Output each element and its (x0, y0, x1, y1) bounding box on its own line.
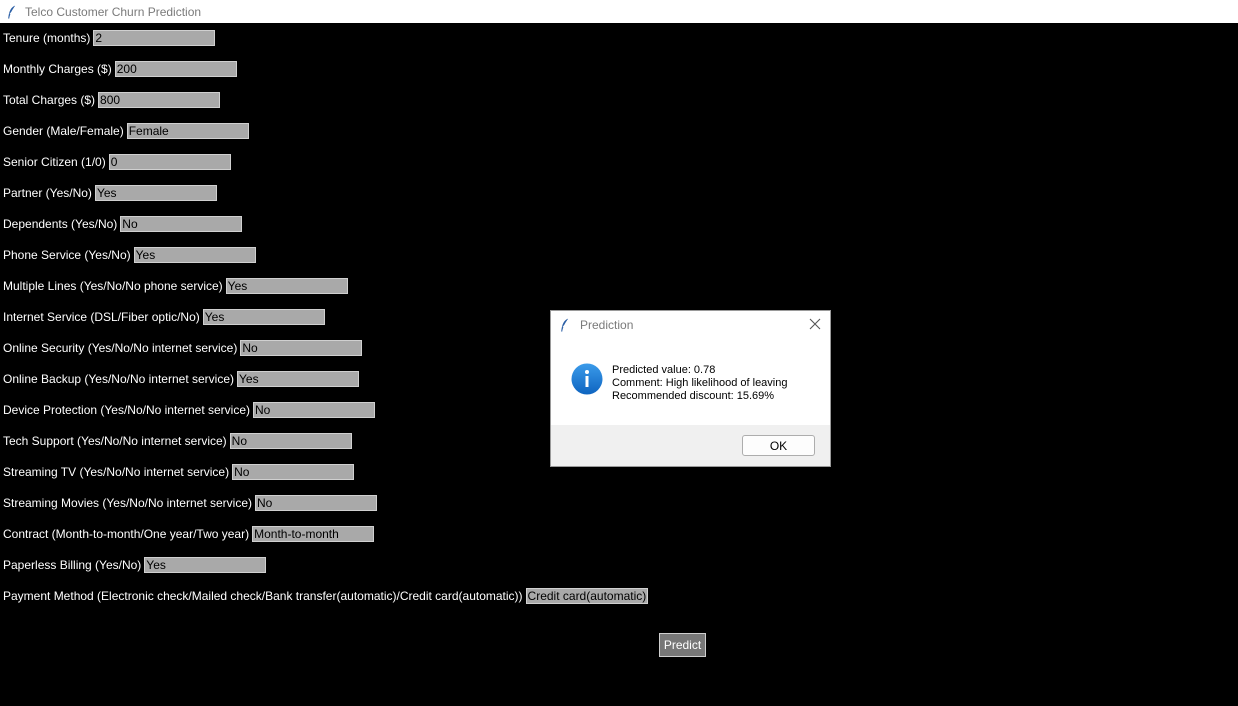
field-input[interactable] (202, 309, 325, 325)
form-row: Senior Citizen (1/0) (3, 153, 231, 171)
form-row: Gender (Male/Female) (3, 122, 249, 140)
form-row: Tech Support (Yes/No/No internet service… (3, 432, 352, 450)
field-input[interactable] (252, 526, 375, 542)
form-row: Device Protection (Yes/No/No internet se… (3, 401, 375, 419)
info-icon (571, 363, 603, 395)
field-input[interactable] (237, 371, 359, 387)
field-input[interactable] (133, 247, 256, 263)
field-label: Tech Support (Yes/No/No internet service… (3, 434, 227, 448)
title-bar: Telco Customer Churn Prediction (0, 0, 1238, 23)
field-input[interactable] (114, 61, 237, 77)
field-label: Streaming TV (Yes/No/No internet service… (3, 465, 230, 479)
form-row: Online Backup (Yes/No/No internet servic… (3, 370, 359, 388)
form-row: Dependents (Yes/No) (3, 215, 243, 233)
field-input[interactable] (93, 30, 216, 46)
field-input[interactable] (120, 216, 243, 232)
field-label: Phone Service (Yes/No) (3, 248, 131, 262)
feather-icon (560, 318, 574, 332)
dialog-title: Prediction (580, 318, 634, 332)
field-label: Senior Citizen (1/0) (3, 155, 106, 169)
predict-button[interactable]: Predict (659, 633, 706, 657)
field-input[interactable] (232, 464, 355, 480)
form-row: Contract (Month-to-month/One year/Two ye… (3, 525, 375, 543)
field-label: Multiple Lines (Yes/No/No phone service) (3, 279, 223, 293)
field-label: Internet Service (DSL/Fiber optic/No) (3, 310, 200, 324)
field-label: Online Security (Yes/No/No internet serv… (3, 341, 238, 355)
field-input[interactable] (126, 123, 249, 139)
field-label: Contract (Month-to-month/One year/Two ye… (3, 527, 250, 541)
form-row: Internet Service (DSL/Fiber optic/No) (3, 308, 325, 326)
field-label: Streaming Movies (Yes/No/No internet ser… (3, 496, 252, 510)
field-input[interactable] (225, 278, 348, 294)
form-row: Phone Service (Yes/No) (3, 246, 256, 264)
field-label: Partner (Yes/No) (3, 186, 92, 200)
field-label: Tenure (months) (3, 31, 91, 45)
form-row: Multiple Lines (Yes/No/No phone service) (3, 277, 348, 295)
form-row: Payment Method (Electronic check/Mailed … (3, 587, 648, 605)
dialog-footer: OK (551, 425, 830, 466)
feather-icon (5, 4, 19, 19)
field-input[interactable] (108, 154, 231, 170)
close-icon[interactable] (808, 317, 822, 331)
field-label: Gender (Male/Female) (3, 124, 124, 138)
field-label: Monthly Charges ($) (3, 62, 112, 76)
field-input[interactable] (98, 92, 221, 108)
form-row: Partner (Yes/No) (3, 184, 217, 202)
field-input[interactable] (94, 185, 217, 201)
prediction-dialog: Prediction Predicted value: 0.78 Comment… (550, 310, 831, 467)
field-input[interactable] (144, 557, 267, 573)
field-label: Total Charges ($) (3, 93, 96, 107)
form-row: Total Charges ($) (3, 91, 221, 109)
form-row: Paperless Billing (Yes/No) (3, 556, 267, 574)
dialog-message: Predicted value: 0.78 Comment: High like… (612, 364, 787, 403)
window-title: Telco Customer Churn Prediction (25, 4, 202, 19)
dialog-title-bar: Prediction (551, 311, 830, 339)
field-input[interactable] (253, 402, 375, 418)
field-input[interactable] (240, 340, 363, 356)
form-row: Online Security (Yes/No/No internet serv… (3, 339, 363, 357)
field-label: Payment Method (Electronic check/Mailed … (3, 589, 523, 603)
field-input[interactable] (255, 495, 377, 511)
field-label: Online Backup (Yes/No/No internet servic… (3, 372, 234, 386)
form-row: Streaming Movies (Yes/No/No internet ser… (3, 494, 377, 512)
field-label: Device Protection (Yes/No/No internet se… (3, 403, 250, 417)
form-row: Monthly Charges ($) (3, 60, 237, 78)
field-input[interactable] (525, 588, 648, 604)
form-row: Tenure (months) (3, 29, 216, 47)
ok-button[interactable]: OK (742, 435, 815, 456)
predicted-value-text: Predicted value: 0.78 (612, 364, 716, 376)
comment-text: Comment: High likelihood of leaving (612, 377, 788, 389)
field-input[interactable] (229, 433, 352, 449)
recommended-discount-text: Recommended discount: 15.69% (612, 390, 775, 402)
field-label: Dependents (Yes/No) (3, 217, 118, 231)
dialog-body: Predicted value: 0.78 Comment: High like… (551, 339, 830, 425)
form-row: Streaming TV (Yes/No/No internet service… (3, 463, 355, 481)
field-label: Paperless Billing (Yes/No) (3, 558, 142, 572)
